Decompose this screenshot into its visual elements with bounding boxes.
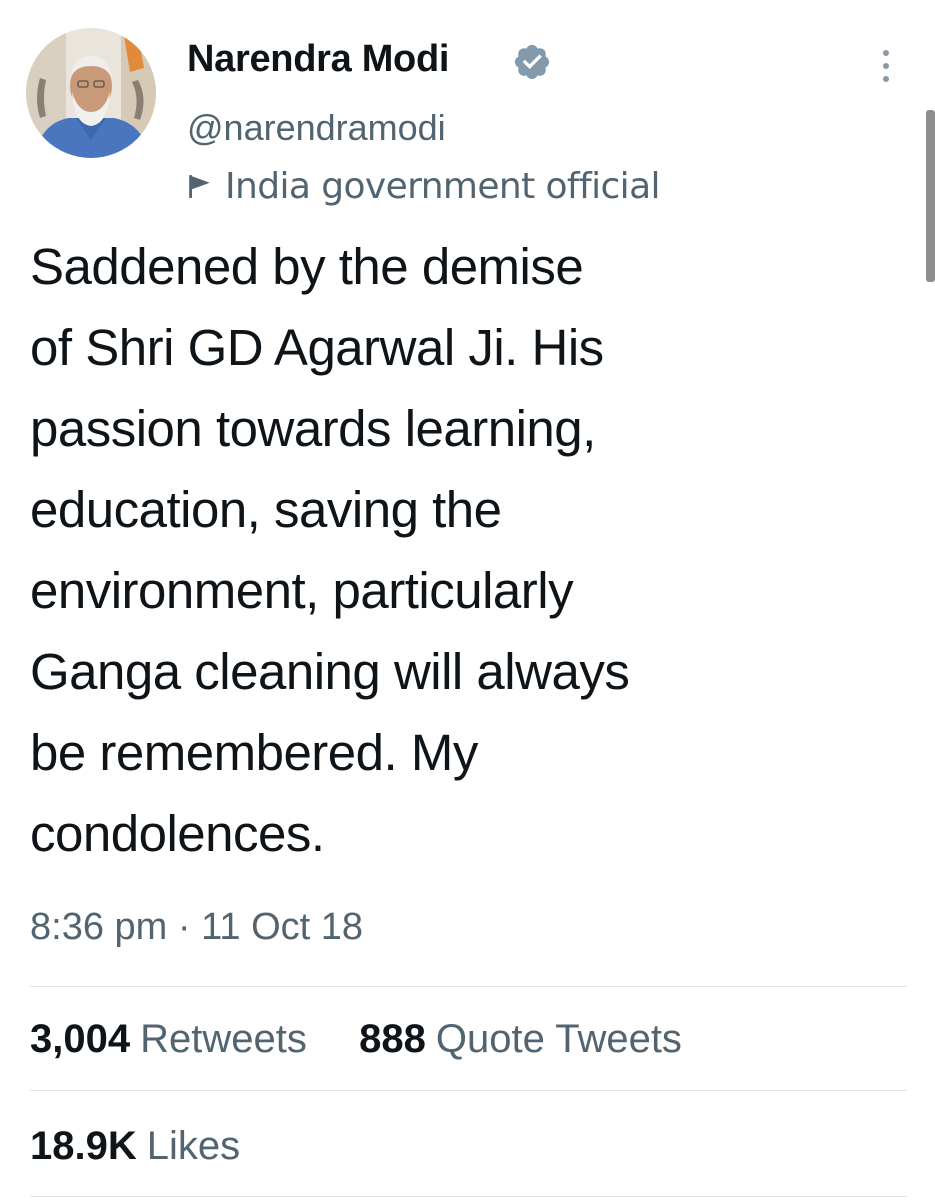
flag-icon: [189, 175, 210, 198]
divider: [30, 1090, 907, 1091]
likes-count: 18.9K: [30, 1124, 137, 1168]
retweets-link[interactable]: 3,004 Retweets: [30, 1017, 318, 1061]
divider: [30, 986, 907, 987]
retweets-label: Retweets: [140, 1017, 307, 1061]
engagement-stats: 3,004 Retweets 888 Quote Tweets: [30, 1017, 682, 1062]
quote-tweets-link[interactable]: 888 Quote Tweets: [348, 1017, 682, 1061]
quote-tweets-count: 888: [359, 1017, 426, 1061]
user-handle[interactable]: @narendramodi: [187, 107, 446, 149]
display-name[interactable]: Narendra Modi: [187, 38, 449, 81]
more-options-icon[interactable]: [868, 46, 904, 86]
retweets-count: 3,004: [30, 1017, 131, 1061]
quote-tweets-label: Quote Tweets: [435, 1017, 682, 1061]
scrollbar[interactable]: [926, 110, 935, 282]
divider: [30, 1196, 907, 1197]
verified-badge-icon[interactable]: [512, 42, 552, 82]
affiliation-label-text: India government official: [225, 165, 661, 207]
affiliation-label: India government official: [187, 165, 661, 207]
tweet-timestamp[interactable]: 8:36 pm · 11 Oct 18: [30, 906, 363, 949]
likes-link[interactable]: 18.9K Likes: [30, 1124, 240, 1169]
likes-label: Likes: [146, 1124, 241, 1168]
tweet-text: Saddened by the demise of Shri GD Agarwa…: [30, 238, 630, 862]
avatar[interactable]: [26, 28, 156, 158]
